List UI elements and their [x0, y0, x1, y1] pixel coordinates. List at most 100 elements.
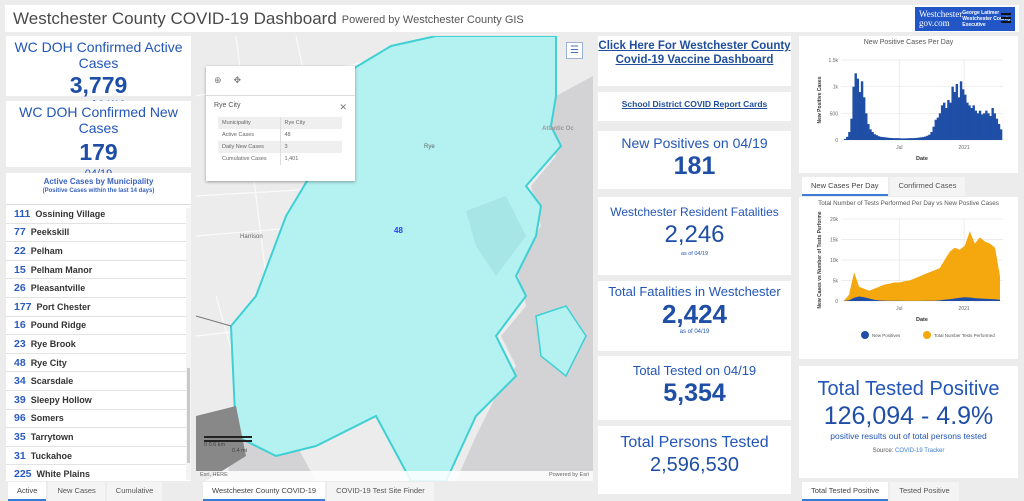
resident-fatalities-date: as of 04/19: [680, 251, 709, 257]
map-popup: ⊕ ✥ Rye City ✕ Municipality Rye City Acti…: [206, 66, 355, 181]
bar: [907, 138, 910, 140]
bar: [932, 126, 935, 140]
bar: [959, 81, 963, 140]
municipality-name: Pound Ridge: [30, 320, 87, 331]
new-cases-chart[interactable]: 0 500 1k 1.5k Jul 2021 Date New Positive Cases: [799, 46, 1018, 171]
popup-title-row: Rye City ✕: [206, 96, 355, 117]
municipality-row[interactable]: 39 Sleepy Hollow: [6, 391, 191, 410]
popup-row: Cumulative Cases 1,401: [218, 153, 342, 165]
map-view[interactable]: Harrison Rye Atlantic Oc 48 ☰ ⊕ ✥ Rye Ci…: [196, 36, 593, 481]
tab-new-cases[interactable]: New Cases: [48, 482, 105, 501]
popup-row: Active Cases 48: [218, 129, 342, 141]
pan-icon[interactable]: ✥: [234, 75, 242, 86]
bar: [862, 97, 866, 140]
tab-cumulative[interactable]: Cumulative: [106, 482, 163, 501]
tested-today-value: 5,354: [663, 379, 726, 407]
bar: [877, 136, 881, 140]
bar: [915, 137, 919, 140]
attribution-esri-here[interactable]: Esri, HERE: [200, 472, 228, 480]
municipality-row[interactable]: 16 Pound Ridge: [6, 317, 191, 336]
tab-westchester-covid[interactable]: Westchester County COVID-19: [203, 482, 326, 501]
municipality-row[interactable]: 77 Peekskill: [6, 224, 191, 243]
tab-new-cases-per-day[interactable]: New Cases Per Day: [802, 177, 888, 196]
bar: [888, 137, 891, 140]
bar: [928, 134, 931, 140]
logo-text-westchester: Westchester gov.com: [919, 9, 963, 28]
bar: [972, 105, 975, 140]
new-positives-label: New Positives on 04/19: [621, 135, 768, 151]
bar: [871, 132, 874, 140]
municipality-row[interactable]: 48 Rye City: [6, 354, 191, 373]
municipality-row[interactable]: 35 Tarrytown: [6, 428, 191, 447]
bar: [917, 137, 921, 140]
total-tested-positive-label: Total Tested Positive: [817, 378, 1000, 400]
municipality-row[interactable]: 26 Pleasantville: [6, 279, 191, 298]
bar: [846, 136, 849, 140]
municipality-count: 77: [14, 226, 26, 239]
popup-toolbar: ⊕ ✥: [206, 66, 355, 96]
municipality-tabs: Active New Cases Cumulative: [8, 482, 164, 501]
bar: [970, 108, 973, 140]
y-tick-label: 10k: [830, 258, 839, 264]
legend-marker: [861, 331, 869, 339]
municipality-list-title: Active Cases by Municipality: [43, 177, 154, 186]
zoom-to-icon[interactable]: ⊕: [214, 75, 222, 86]
bar: [858, 92, 862, 140]
municipality-row[interactable]: 15 Pelham Manor: [6, 261, 191, 280]
bar: [999, 129, 1003, 140]
municipality-row[interactable]: 177 Port Chester: [6, 298, 191, 317]
bar: [930, 132, 933, 140]
bar: [869, 129, 872, 140]
scrollbar-thumb[interactable]: [187, 368, 190, 463]
county-logo[interactable]: Westchester gov.com George Latimer Westc…: [915, 7, 1015, 31]
municipality-count: 26: [14, 282, 26, 295]
municipality-row[interactable]: 111 Ossining Village: [6, 205, 191, 224]
tab-active[interactable]: Active: [8, 482, 47, 501]
new-cases-value: 179: [79, 139, 118, 165]
bar: [844, 138, 847, 140]
municipality-name: Tarrytown: [30, 431, 74, 442]
resident-fatalities-value: 2,246: [664, 221, 725, 248]
municipality-row[interactable]: 22 Pelham: [6, 242, 191, 261]
municipality-count: 15: [14, 263, 26, 276]
tab-total-tested-positive[interactable]: Total Tested Positive: [802, 482, 889, 501]
close-icon[interactable]: ✕: [339, 102, 347, 113]
bar: [909, 138, 912, 140]
municipality-list-scrollbar[interactable]: [186, 208, 191, 480]
bar: [983, 113, 986, 140]
tab-tested-positive[interactable]: Tested Positive: [890, 482, 959, 501]
municipality-name: Somers: [30, 413, 64, 424]
municipality-row[interactable]: 31 Tuckahoe: [6, 447, 191, 466]
bar: [978, 110, 982, 140]
total-tested-positive-sub: positive results out of total persons te…: [830, 431, 987, 441]
legend-label: New Positives: [872, 333, 901, 338]
bar: [989, 116, 992, 140]
bar: [926, 135, 929, 140]
bar: [902, 138, 906, 140]
tab-test-site-finder[interactable]: COVID-19 Test Site Finder: [327, 482, 434, 501]
bar: [879, 136, 883, 140]
school-report-link[interactable]: School District COVID Report Cards: [598, 92, 791, 109]
bar: [854, 73, 857, 140]
vaccine-dashboard-card: Click Here For Westchester County Covid-…: [598, 36, 791, 86]
tab-confirmed-cases[interactable]: Confirmed Cases: [889, 177, 966, 196]
municipality-row[interactable]: 96 Somers: [6, 410, 191, 429]
total-tested-positive-card: Total Tested Positive 126,094 - 4.9% pos…: [799, 366, 1018, 478]
municipality-row[interactable]: 34 Scarsdale: [6, 372, 191, 391]
positive-tabs: Total Tested Positive Tested Positive: [802, 482, 961, 501]
total-persons-tested-value: 2,596,530: [650, 454, 739, 476]
bar: [873, 134, 876, 140]
map-legend-button[interactable]: ☰: [566, 42, 583, 59]
chart1-title: New Positive Cases Per Day: [863, 39, 954, 46]
source-link[interactable]: COVID-19 Tracker: [895, 448, 944, 454]
vaccine-dashboard-link[interactable]: Click Here For Westchester County Covid-…: [598, 36, 791, 67]
source-line: Source: COVID-19 Tracker: [799, 448, 1018, 454]
tests-vs-positives-chart[interactable]: 0 5k 10k 15k 20k Jul 2021 Date New Cases vs Numb…: [799, 207, 1018, 357]
municipality-row[interactable]: 23 Rye Brook: [6, 335, 191, 354]
municipality-count: 23: [14, 337, 26, 350]
bar: [921, 137, 925, 140]
attribution-powered-by[interactable]: Powered by Esri: [549, 472, 589, 480]
municipality-list[interactable]: Active Cases by Municipality (Positive C…: [6, 173, 191, 481]
hamburger-menu-icon[interactable]: [1001, 13, 1011, 25]
municipality-row[interactable]: 225 White Plains: [6, 465, 191, 481]
